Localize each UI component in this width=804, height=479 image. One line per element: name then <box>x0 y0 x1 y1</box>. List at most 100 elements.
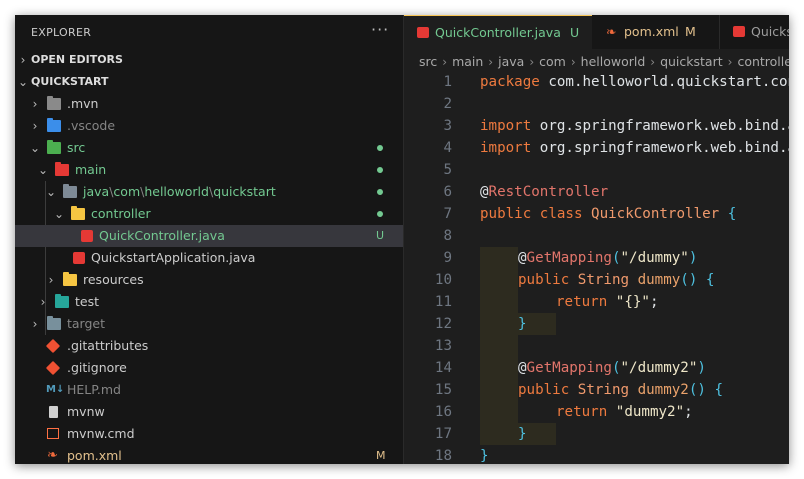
tree-item-gitattributes[interactable]: .gitattributes <box>15 335 403 357</box>
paren: ( <box>611 250 621 266</box>
java-file-icon <box>81 230 93 242</box>
git-status-dot <box>377 145 383 151</box>
semicolon: ; <box>684 404 693 420</box>
project-section[interactable]: ⌄ QUICKSTART <box>15 71 403 93</box>
tree-item-label: java <box>83 184 110 199</box>
tree-item-gitignore[interactable]: .gitignore <box>15 357 403 379</box>
tree-item-quickcontroller[interactable]: QuickController.java U <box>15 225 403 247</box>
untracked-badge: U <box>376 229 385 242</box>
tree-item-mvnw[interactable]: mvnw <box>15 401 403 423</box>
method-name: dummy2 <box>629 382 689 398</box>
breadcrumb-item[interactable]: controller <box>737 54 789 69</box>
line-number: 1 <box>443 74 452 90</box>
line-number: 8 <box>443 228 452 244</box>
tree-item-resources[interactable]: › resources <box>15 269 403 291</box>
code-line-7: public class QuickController { <box>480 203 736 225</box>
tree-item-label: .gitignore <box>67 360 127 375</box>
chevron-right-icon: › <box>20 53 26 67</box>
tab-pom[interactable]: ❧ pom.xml M <box>593 15 720 49</box>
modified-badge: M <box>685 24 696 39</box>
section-label: QUICKSTART <box>31 75 109 88</box>
line-number: 2 <box>443 96 452 112</box>
more-actions-icon[interactable]: ··· <box>371 20 389 39</box>
chevron-down-icon: ⌄ <box>17 75 29 89</box>
modified-badge: M <box>376 449 386 462</box>
tree-item-src[interactable]: ⌄ src <box>15 137 403 159</box>
resources-folder-icon <box>63 272 77 286</box>
code-line-11: return "{}"; <box>556 291 659 313</box>
annotation-name: GetMapping <box>526 360 612 376</box>
breadcrumb-item[interactable]: quickstart <box>660 54 723 69</box>
brace: { <box>705 382 724 398</box>
tree-item-main[interactable]: ⌄ main <box>15 159 403 181</box>
src-folder-icon <box>47 140 61 154</box>
type-name: String <box>569 272 630 288</box>
semicolon: ; <box>649 294 659 310</box>
chevron-right-icon: › <box>570 55 576 69</box>
untracked-badge: U <box>570 25 580 40</box>
tree-item-label: src <box>67 140 86 155</box>
main-folder-icon <box>55 162 69 176</box>
tab-quickcontroller[interactable]: QuickController.java U <box>404 15 592 50</box>
string-literal: "/dummy2" <box>620 360 698 376</box>
keyword: return <box>556 404 608 420</box>
line-number: 3 <box>443 118 452 134</box>
tree-item-label: .vscode <box>67 118 116 133</box>
tree-item-label: QuickController.java <box>99 228 225 243</box>
tree-item-mvnw-cmd[interactable]: mvnw.cmd <box>15 423 403 445</box>
git-status-dot <box>377 211 383 217</box>
path-segment: com <box>113 184 141 199</box>
keyword: class <box>531 206 583 222</box>
tree-item-target[interactable]: › target <box>15 313 403 335</box>
tree-item-label: QuickstartApplication.java <box>91 250 256 265</box>
brace: } <box>480 448 489 464</box>
tab-quickstartapplication[interactable]: QuickstartApplication.java <box>720 15 789 49</box>
tree-item-java-package[interactable]: ⌄ java\com\helloworld\quickstart <box>15 181 403 203</box>
code-line-12: } <box>518 313 527 335</box>
paren: ) <box>697 360 706 376</box>
java-file-icon <box>417 27 429 38</box>
terminal-icon <box>47 428 59 439</box>
import-path: org.springframework.web.bind.annotation.… <box>539 140 789 156</box>
tree-item-pom[interactable]: ❧ pom.xml M <box>15 445 403 464</box>
file-icon <box>49 406 58 418</box>
keyword: public <box>518 272 570 288</box>
breadcrumb-item[interactable]: com <box>539 54 566 69</box>
line-number: 7 <box>443 206 452 222</box>
tree-item-label: HELP.md <box>67 382 121 397</box>
tree-item-label: resources <box>83 272 144 287</box>
brace: } <box>518 316 527 332</box>
tree-item-test[interactable]: › test <box>15 291 403 313</box>
annotation-at: @ <box>518 250 527 266</box>
java-file-icon <box>73 252 85 264</box>
tree-item-vscode[interactable]: › .vscode <box>15 115 403 137</box>
keyword: package <box>480 74 540 90</box>
tree-item-mvn[interactable]: › .mvn <box>15 93 403 115</box>
open-editors-section[interactable]: › OPEN EDITORS <box>15 49 403 71</box>
java-file-icon <box>733 26 745 37</box>
method-name: dummy <box>629 272 681 288</box>
maven-feather-icon: ❧ <box>47 448 58 463</box>
string-literal: "dummy2" <box>607 404 685 420</box>
tree-item-controller[interactable]: ⌄ controller <box>15 203 403 225</box>
chevron-right-icon: › <box>32 97 38 111</box>
breadcrumb-item[interactable]: main <box>452 54 483 69</box>
line-number: 18 <box>434 448 452 464</box>
tree-item-label: controller <box>91 206 151 221</box>
tree-item-help-md[interactable]: M↓ HELP.md <box>15 379 403 401</box>
class-name: QuickController <box>582 206 720 222</box>
breadcrumb-item[interactable]: helloworld <box>581 54 646 69</box>
tree-item-quickstartapplication[interactable]: QuickstartApplication.java <box>15 247 403 269</box>
breadcrumb-item[interactable]: src <box>419 54 437 69</box>
tab-label: QuickController.java <box>435 25 561 40</box>
keyword: return <box>556 294 608 310</box>
breadcrumb-item[interactable]: java <box>498 54 524 69</box>
chevron-down-icon: ⌄ <box>37 163 49 177</box>
indent-highlight <box>480 247 518 445</box>
code-line-9: @GetMapping("/dummy") <box>518 247 697 269</box>
code-line-10: public String dummy() { <box>518 269 714 291</box>
path-segment: helloworld <box>144 184 209 199</box>
chevron-down-icon: ⌄ <box>29 141 41 155</box>
tab-label: QuickstartApplication.java <box>751 24 789 39</box>
line-number: 14 <box>434 360 452 376</box>
